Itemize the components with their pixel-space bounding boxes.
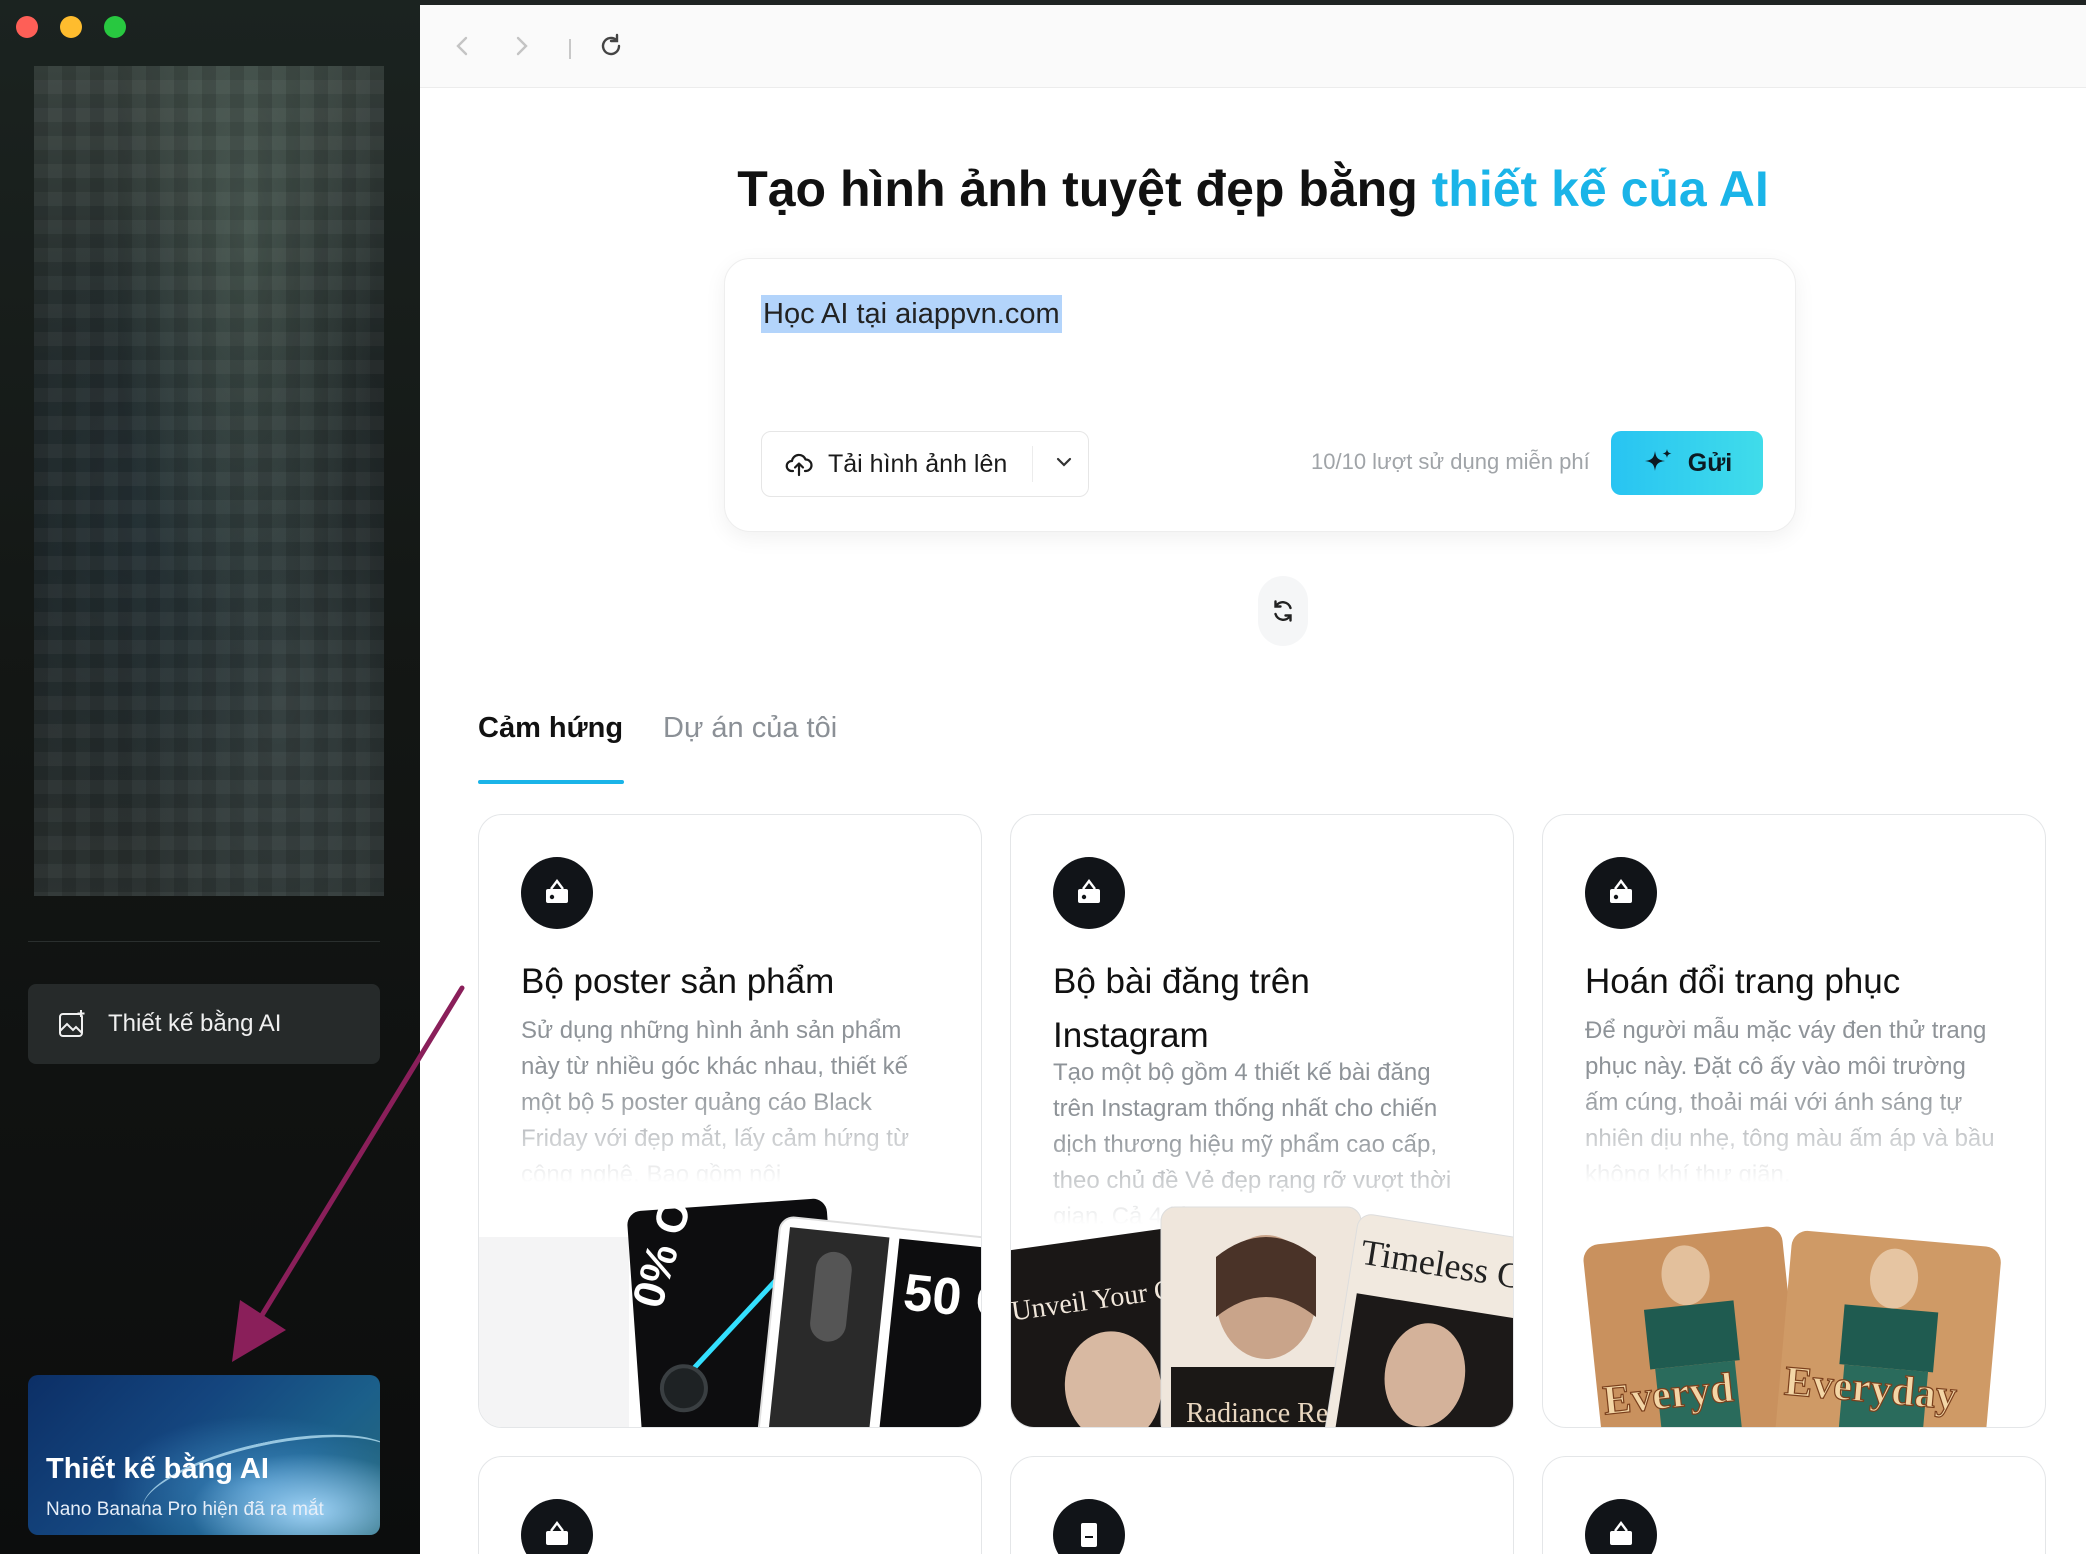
promo-subtitle: Nano Banana Pro hiện đã ra mắt — [46, 1499, 324, 1520]
toolbar-separator — [569, 39, 571, 59]
upload-image-label: Tải hình ảnh lên — [828, 449, 1008, 478]
headline-prefix: Tạo hình ảnh tuyệt đẹp bằng — [737, 161, 1432, 217]
sidebar-divider — [28, 941, 380, 942]
inspiration-card-row2-2[interactable] — [1010, 1456, 1514, 1554]
window-minimize-button[interactable] — [60, 16, 82, 38]
inspiration-card-row2-1[interactable] — [478, 1456, 982, 1554]
free-usage-quota: 10/10 lượt sử dụng miễn phí — [1311, 449, 1590, 474]
card-title: Bộ poster sản phẩm — [521, 962, 835, 1001]
page-headline: Tạo hình ảnh tuyệt đẹp bằng thiết kế của… — [420, 160, 2086, 218]
instagram-art-text-3: Radiance Re — [1186, 1398, 1328, 1427]
refresh-suggestions-button[interactable] — [1258, 576, 1308, 646]
back-arrow-icon[interactable] — [448, 31, 478, 61]
headline-accent: thiết kế của AI — [1431, 161, 1769, 217]
promo-banner[interactable]: Thiết kế bằng AI Nano Banana Pro hiện đã… — [28, 1375, 380, 1535]
upload-button-divider — [1032, 446, 1033, 482]
inspiration-card-instagram-posts[interactable]: Bộ bài đăng trên Instagram Tạo một bộ gồ… — [1010, 814, 1514, 1428]
inspiration-card-product-posters[interactable]: Bộ poster sản phẩm Sử dụng những hình ản… — [478, 814, 982, 1428]
prompt-input[interactable]: Học AI tại aiappvn.com — [761, 295, 1062, 333]
promo-title: Thiết kế bằng AI — [46, 1453, 269, 1485]
card-template-icon — [521, 1499, 593, 1554]
product-poster-preview-image: 0% OFF 50 OF — [479, 1197, 981, 1427]
card-template-icon — [1585, 1499, 1657, 1554]
browser-toolbar — [420, 5, 2086, 88]
instagram-post-preview-image: Unveil Your Glo Radiance Re Timeless Glo… — [1011, 1206, 1513, 1427]
card-description: Để người mẫu mặc váy đen thử trang phục … — [1585, 1017, 1995, 1183]
card-document-icon — [1053, 1499, 1125, 1554]
card-description: Sử dụng những hình ảnh sản phẩm này từ n… — [521, 1017, 910, 1183]
image-sparkle-icon — [59, 1010, 85, 1037]
window-close-button[interactable] — [16, 16, 38, 38]
forward-arrow-icon[interactable] — [506, 31, 536, 61]
tab-my-projects[interactable]: Dự án của tôi — [663, 712, 837, 745]
outfit-swap-preview-image: Everyd Everyday — [1583, 1226, 2001, 1427]
card-template-icon — [1053, 857, 1125, 929]
chevron-down-icon[interactable] — [1052, 450, 1076, 474]
card-title: Hoán đổi trang phục — [1585, 962, 1901, 1001]
main-content: Tạo hình ảnh tuyệt đẹp bằng thiết kế của… — [420, 0, 2086, 1554]
send-label: Gửi — [1687, 448, 1733, 477]
cloud-upload-icon — [785, 453, 813, 477]
tab-inspiration[interactable]: Cảm hứng — [478, 712, 623, 745]
content-tabs: Cảm hứng Dự án của tôi — [478, 712, 2038, 784]
send-button[interactable]: Gửi — [1611, 431, 1763, 495]
sparkle-icon — [1644, 449, 1672, 471]
card-template-icon — [1585, 857, 1657, 929]
inspiration-card-outfit-swap[interactable]: Hoán đổi trang phục Để người mẫu mặc váy… — [1542, 814, 2046, 1428]
blurred-content-panel — [34, 66, 384, 896]
reload-icon[interactable] — [596, 31, 626, 61]
sidebar: Thiết kế bằng AI Thiết kế bằng AI Nano B… — [0, 0, 420, 1554]
prompt-card: Học AI tại aiappvn.com Tải hình ảnh lên … — [724, 258, 1796, 532]
window-zoom-button[interactable] — [104, 16, 126, 38]
ai-design-nav-label: Thiết kế bằng AI — [108, 1010, 282, 1037]
active-tab-indicator — [478, 780, 624, 784]
upload-image-button[interactable]: Tải hình ảnh lên — [761, 431, 1089, 497]
card-template-icon — [521, 857, 593, 929]
card-title: Bộ bài đăng trên Instagram — [1053, 962, 1310, 1055]
refresh-cycle-icon — [1274, 600, 1292, 622]
ai-design-nav-button[interactable]: Thiết kế bằng AI — [28, 984, 380, 1064]
inspiration-card-row2-3[interactable] — [1542, 1456, 2046, 1554]
